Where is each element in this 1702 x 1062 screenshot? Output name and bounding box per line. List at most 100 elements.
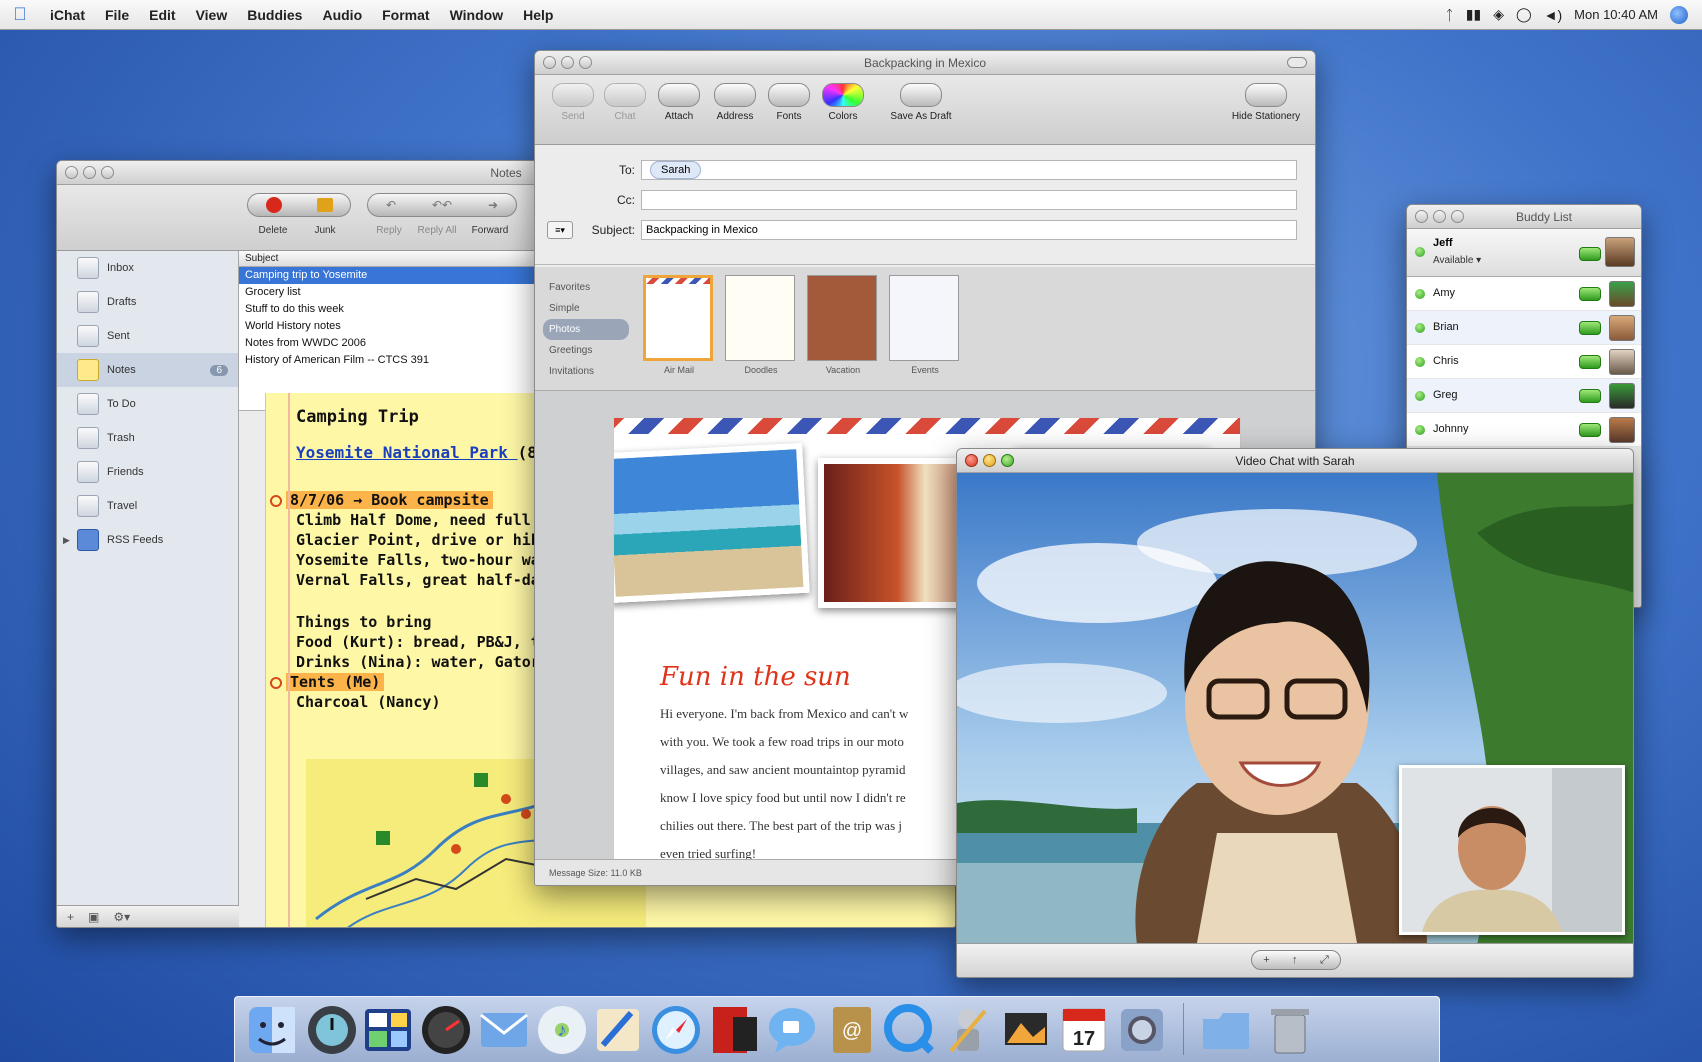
send-button[interactable]: Send: [545, 83, 601, 122]
hide-stationery-button[interactable]: Hide Stationery: [1221, 83, 1311, 122]
remote-video-feed[interactable]: [957, 473, 1633, 945]
bluetooth-icon[interactable]: ᛏ: [1445, 7, 1453, 23]
dashboard-gauge-icon[interactable]: [419, 1003, 473, 1057]
mailbox-sent[interactable]: Sent: [57, 319, 238, 353]
save-as-draft-button[interactable]: Save As Draft: [879, 83, 963, 122]
chat-button[interactable]: Chat: [601, 83, 649, 122]
mailbox-inbox[interactable]: Inbox: [57, 251, 238, 285]
apple-menu-icon[interactable]: : [0, 4, 40, 25]
attach-button[interactable]: Attach: [651, 83, 707, 122]
disclosure-triangle-icon[interactable]: ▶: [63, 535, 70, 546]
stationery-category[interactable]: Invitations: [543, 361, 629, 382]
menu-help[interactable]: Help: [513, 7, 563, 23]
minimize-button[interactable]: [561, 56, 574, 69]
cc-field[interactable]: [641, 190, 1297, 210]
zoom-button[interactable]: [101, 166, 114, 179]
zoom-button[interactable]: [1451, 210, 1464, 223]
stationery-thumb[interactable]: Air Mail: [643, 275, 715, 375]
menu-view[interactable]: View: [186, 7, 238, 23]
my-status-menu[interactable]: Available ▾: [1433, 255, 1481, 266]
itunes-icon[interactable]: ♪: [535, 1003, 589, 1057]
note-link-text[interactable]: Yosemite National Park: [296, 443, 508, 462]
reply-button[interactable]: Reply: [367, 225, 411, 236]
trash-icon[interactable]: [1263, 1003, 1317, 1057]
buddy-list-titlebar[interactable]: Buddy List: [1407, 205, 1641, 229]
menu-edit[interactable]: Edit: [139, 7, 185, 23]
folder-icon[interactable]: [1199, 1003, 1253, 1057]
to-field[interactable]: Sarah: [641, 160, 1297, 180]
mailbox-travel[interactable]: Travel: [57, 489, 238, 523]
spotlight-icon[interactable]: [1670, 5, 1688, 24]
mute-microphone-icon[interactable]: ↑: [1292, 954, 1298, 966]
close-button[interactable]: [65, 166, 78, 179]
volume-icon[interactable]: ◄): [1544, 7, 1563, 23]
address-book-icon[interactable]: @: [825, 1003, 879, 1057]
stationery-category[interactable]: Photos: [543, 319, 629, 340]
delete-button[interactable]: Delete: [247, 225, 299, 236]
stationery-thumb[interactable]: Events: [889, 275, 961, 375]
minimize-button[interactable]: [1433, 210, 1446, 223]
video-camera-icon[interactable]: [1579, 389, 1601, 403]
address-button[interactable]: Address: [707, 83, 763, 122]
toolbar-toggle-button[interactable]: [1287, 57, 1307, 68]
mailbox-drafts[interactable]: Drafts: [57, 285, 238, 319]
menu-file[interactable]: File: [95, 7, 139, 23]
video-camera-icon[interactable]: [1579, 287, 1601, 301]
mailbox-notes[interactable]: Notes 6: [57, 353, 238, 387]
reply-all-icon[interactable]: ↶↶: [432, 198, 452, 212]
automator-icon[interactable]: [941, 1003, 995, 1057]
add-mailbox-button[interactable]: +: [67, 910, 74, 924]
preview-icon[interactable]: [591, 1003, 645, 1057]
finder-icon[interactable]: [245, 1003, 299, 1057]
forward-icon[interactable]: ➜: [488, 198, 498, 212]
subject-field[interactable]: Backpacking in Mexico: [641, 220, 1297, 240]
wifi-icon[interactable]: ◈: [1493, 6, 1504, 23]
mailbox-trash[interactable]: Trash: [57, 421, 238, 455]
menu-window[interactable]: Window: [440, 7, 514, 23]
ichat-status-icon[interactable]: ◯: [1516, 6, 1532, 23]
delete-icon[interactable]: [265, 197, 282, 213]
compose-window-titlebar[interactable]: Backpacking in Mexico: [535, 51, 1315, 75]
colors-button[interactable]: Colors: [815, 83, 871, 122]
stationery-category[interactable]: Simple: [543, 298, 629, 319]
recipient-token[interactable]: Sarah: [650, 161, 702, 179]
expose-icon[interactable]: [361, 1003, 415, 1057]
photo-booth-icon[interactable]: [707, 1003, 761, 1057]
todo-priority-icon[interactable]: [270, 494, 282, 507]
close-button[interactable]: [965, 454, 978, 467]
menu-format[interactable]: Format: [372, 7, 439, 23]
buddy-row[interactable]: Johnny: [1407, 413, 1641, 447]
battery-icon[interactable]: ▮▮: [1466, 6, 1481, 23]
buddy-row[interactable]: Chris: [1407, 345, 1641, 379]
menu-buddies[interactable]: Buddies: [237, 7, 312, 23]
stationery-thumb[interactable]: Vacation: [807, 275, 879, 375]
zoom-button[interactable]: [579, 56, 592, 69]
system-preferences-icon[interactable]: [1115, 1003, 1169, 1057]
show-photo-browser-button[interactable]: ▣: [88, 910, 99, 924]
mailbox-rss[interactable]: ▶ RSS Feeds: [57, 523, 238, 557]
fullscreen-icon[interactable]: ⤢: [1320, 954, 1329, 967]
video-chat-titlebar[interactable]: Video Chat with Sarah: [957, 449, 1633, 473]
mailbox-friends[interactable]: Friends: [57, 455, 238, 489]
my-avatar[interactable]: [1605, 237, 1635, 267]
local-video-preview[interactable]: [1399, 765, 1625, 935]
menu-clock[interactable]: Mon 10:40 AM: [1574, 7, 1658, 22]
buddy-row[interactable]: Brian: [1407, 311, 1641, 345]
forward-button[interactable]: Forward: [463, 225, 517, 236]
beach-photo[interactable]: [614, 442, 810, 604]
account-dropdown[interactable]: ≡▾: [547, 221, 573, 239]
stationery-thumb[interactable]: Doodles: [725, 275, 797, 375]
video-camera-icon[interactable]: [1579, 247, 1601, 261]
minimize-button[interactable]: [983, 454, 996, 467]
ical-icon[interactable]: 17: [1057, 1003, 1111, 1057]
add-participant-button[interactable]: +: [1263, 954, 1269, 966]
menu-app-name[interactable]: iChat: [40, 7, 95, 23]
buddy-row[interactable]: Greg: [1407, 379, 1641, 413]
junk-icon[interactable]: [316, 198, 333, 212]
minimize-button[interactable]: [83, 166, 96, 179]
close-button[interactable]: [543, 56, 556, 69]
zoom-button[interactable]: [1001, 454, 1014, 467]
stationery-category[interactable]: Greetings: [543, 340, 629, 361]
action-gear-icon[interactable]: ⚙▾: [113, 910, 130, 924]
video-camera-icon[interactable]: [1579, 321, 1601, 335]
